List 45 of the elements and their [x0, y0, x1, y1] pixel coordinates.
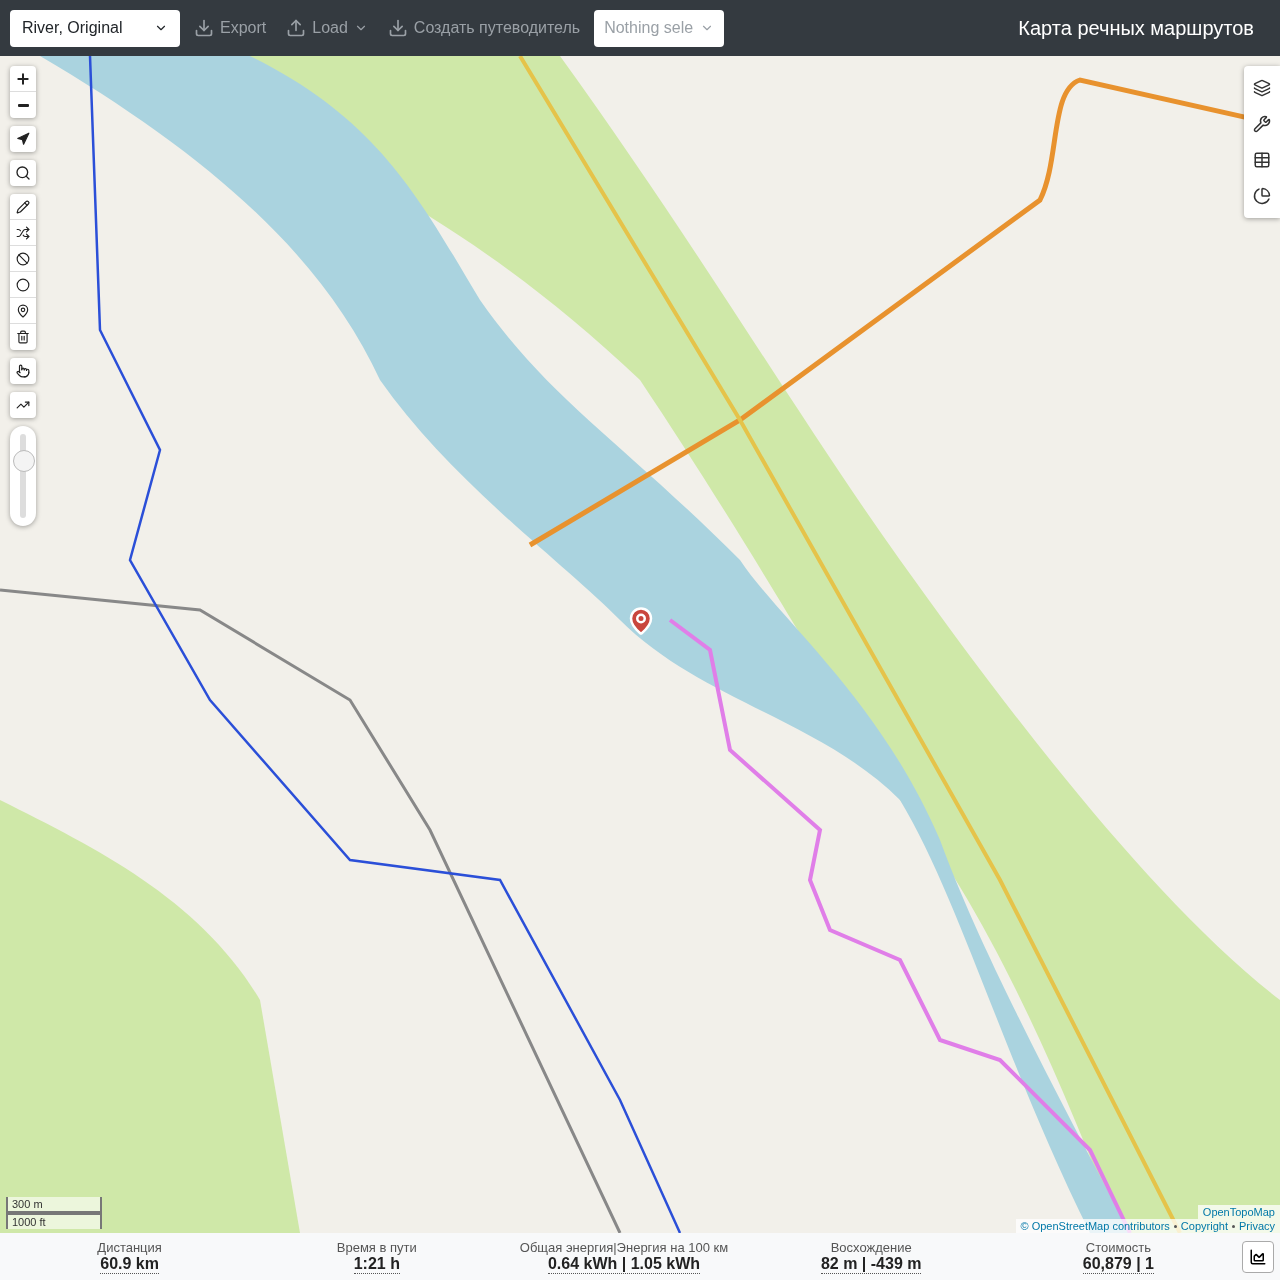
stat-label: Общая энергия|Энергия на 100 км [519, 1239, 729, 1255]
pointing-hand-icon [16, 364, 30, 378]
area-chart-icon [1249, 1247, 1267, 1266]
navigation-arrow-icon [16, 132, 30, 146]
trash-icon [16, 330, 30, 344]
separator-dot [1173, 1224, 1177, 1228]
stat-label: Восхождение [830, 1239, 912, 1255]
stat-value: 1:21 h [353, 1254, 400, 1274]
download-icon [387, 18, 408, 38]
pie-chart-icon [1253, 187, 1271, 205]
export-button[interactable]: Создать путеводитель [381, 9, 587, 47]
stat-value: 82 m | -439 m [820, 1254, 922, 1274]
stat-value: 60.9 km [100, 1254, 159, 1274]
plus-icon [15, 70, 31, 87]
download-icon [194, 18, 214, 38]
app-title: Карта речных маршрутов [1018, 16, 1255, 40]
search-icon [15, 165, 31, 181]
stat-value: 60,879 | 1 [1082, 1254, 1154, 1274]
stat-label: Стоимость [1085, 1239, 1151, 1255]
load-menu-button[interactable]: Load [280, 9, 374, 47]
export-button[interactable]: Export [188, 9, 273, 47]
minus-icon [17, 103, 29, 107]
layers-icon [1253, 79, 1271, 97]
profile-select[interactable]: River, Original [10, 9, 180, 47]
attribution-link[interactable]: © OpenStreetMap contributors [1020, 1220, 1170, 1232]
separator-dot [1231, 1224, 1235, 1228]
scale-bar: 300 m [6, 1197, 102, 1213]
settings-icon [1253, 115, 1271, 133]
attribution-link[interactable]: Privacy [1238, 1220, 1275, 1232]
scale-bar: 1000 ft [6, 1213, 102, 1229]
stat-value: 0.64 kWh | 1.05 kWh [547, 1254, 701, 1274]
shuffle-icon [16, 225, 30, 240]
forbidden-icon [16, 251, 30, 266]
zoom-slider[interactable] [10, 426, 36, 526]
table-icon [1253, 151, 1271, 169]
multiselect-dropdown[interactable]: Nothing sele [594, 9, 725, 47]
slider-thumb[interactable] [13, 449, 35, 472]
stat-label: Дистанция [97, 1239, 162, 1255]
attribution-link[interactable]: Copyright [1180, 1220, 1228, 1232]
pencil-icon [16, 199, 30, 214]
chart-button[interactable] [1242, 1240, 1274, 1273]
circle-icon [16, 277, 30, 292]
upload-icon [286, 18, 307, 38]
stat-label: Время в пути [336, 1239, 417, 1255]
map-pin-icon [16, 303, 30, 318]
